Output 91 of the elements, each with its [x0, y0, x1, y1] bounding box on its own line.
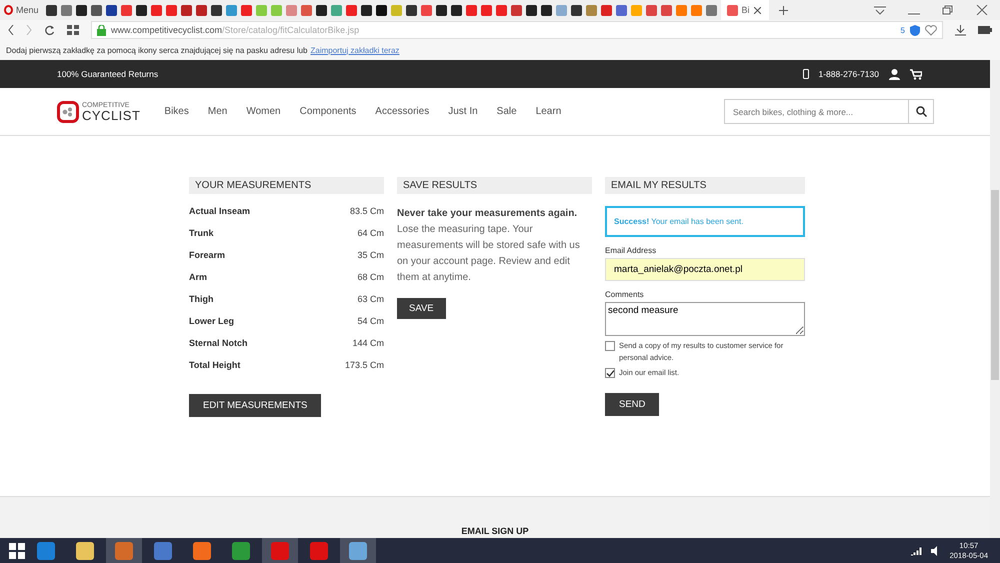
success-message: Success! Your email has been sent. — [605, 206, 805, 237]
scrollbar[interactable] — [990, 60, 1000, 538]
lock-icon — [97, 24, 106, 36]
tab-favicon-icon — [726, 4, 738, 16]
restore-icon[interactable] — [942, 5, 954, 15]
tab-favicon-icon[interactable] — [526, 4, 537, 16]
logo-text[interactable]: CYCLIST — [82, 108, 140, 122]
nav-link[interactable]: Accessories — [375, 106, 430, 117]
nav-link[interactable]: Sale — [496, 106, 517, 117]
field-label: Comments — [605, 290, 644, 299]
browser-tab[interactable]: Bi — [720, 0, 769, 20]
measurement-label: Forearm — [189, 250, 226, 262]
tab-favicon-icon[interactable] — [76, 4, 87, 16]
measurement-value: 35 Cm — [357, 250, 384, 262]
heart-icon[interactable] — [925, 24, 937, 36]
close-icon[interactable] — [754, 6, 761, 14]
tab-favicon-icon[interactable] — [406, 4, 417, 16]
phone-icon — [802, 69, 808, 79]
section-heading: YOUR MEASUREMENTS — [189, 177, 384, 194]
download-icon[interactable] — [955, 24, 966, 36]
speed-dial-icon[interactable] — [67, 25, 79, 35]
tab-favicon-icon[interactable] — [90, 4, 102, 16]
checkbox[interactable] — [605, 341, 615, 351]
nav-link[interactable]: Men — [208, 106, 228, 117]
windows-start-icon[interactable] — [9, 542, 25, 558]
email-field[interactable]: marta_anielak@poczta.onet.pl — [605, 258, 805, 281]
menu-button[interactable]: Menu — [4, 5, 39, 15]
measurement-label: Arm — [189, 272, 208, 284]
bookmark-hint: Dodaj pierwszą zakładkę za pomocą ikony serca znajdującej się na pasku adresu lub — [6, 46, 308, 54]
account-icon[interactable] — [889, 68, 900, 80]
measurement-label: Trunk — [189, 228, 214, 240]
reload-icon[interactable] — [44, 24, 55, 36]
tab-favicon-icon[interactable] — [210, 4, 222, 16]
import-bookmarks-link[interactable]: Zaimportuj zakładki teraz — [310, 46, 400, 54]
measurement-value: 144 Cm — [352, 338, 384, 350]
phone-number[interactable]: 1-888-276-7130 — [818, 69, 879, 79]
tab-favicon-icon[interactable] — [540, 4, 552, 16]
measurement-label: Thigh — [189, 294, 214, 306]
tab-title: Bi — [742, 5, 750, 15]
new-tab-icon[interactable] — [778, 6, 788, 14]
measurement-value: 63 Cm — [357, 294, 384, 306]
measurement-value: 64 Cm — [357, 228, 384, 240]
close-icon[interactable] — [976, 5, 988, 15]
scroll-thumb[interactable] — [991, 190, 999, 380]
measurement-value: 54 Cm — [357, 316, 384, 328]
section-heading: EMAIL MY RESULTS — [605, 177, 805, 194]
tab-favicon-icon[interactable] — [376, 4, 387, 16]
browser-logo-icon — [4, 5, 13, 15]
shield-icon[interactable] — [910, 24, 920, 36]
measurement-value: 173.5 Cm — [344, 360, 384, 372]
tab-favicon-icon[interactable] — [450, 4, 462, 16]
battery-icon[interactable] — [978, 26, 992, 34]
back-icon[interactable] — [8, 25, 14, 35]
field-label: Email Address — [605, 246, 656, 255]
edit-measurements-button[interactable]: EDIT MEASUREMENTS — [189, 394, 322, 417]
measurement-label: Actual Inseam — [189, 206, 250, 218]
measurement-label: Sternal Notch — [189, 338, 248, 350]
search-icon — [916, 106, 926, 117]
tab-menu-icon[interactable] — [874, 5, 886, 15]
cart-icon[interactable] — [910, 68, 922, 80]
nav-link[interactable]: Women — [246, 106, 281, 117]
nav-link[interactable]: Bikes — [164, 106, 189, 117]
nav-link[interactable]: Components — [300, 106, 356, 117]
address-field[interactable]: www.competitivecyclist.com/Store/catalog/fitCalculatorBike.jsp 5 — [91, 21, 943, 39]
checkbox[interactable] — [605, 368, 615, 378]
section-heading: SAVE RESULTS — [397, 177, 592, 194]
nav-link[interactable]: Learn — [536, 106, 562, 117]
save-button[interactable]: SAVE — [397, 298, 446, 319]
save-description: Never take your measurements again. Lose the measuring tape. Your measurements will be stored safe with us on your account page. Review and edit them at anytime. — [397, 207, 581, 285]
measurement-label: Lower Leg — [189, 316, 234, 328]
network-icon[interactable] — [910, 546, 922, 556]
url-text: www.competitivecyclist.com/Store/catalog/fitCalculatorBike.jsp — [111, 25, 360, 35]
measurement-value: 83.5 Cm — [350, 206, 384, 218]
search-field[interactable]: Search bikes, clothing & more... — [724, 99, 909, 124]
tab-favicon-icon[interactable] — [570, 4, 582, 16]
measurement-label: Total Height — [189, 360, 240, 372]
tab-favicon-icon[interactable] — [46, 4, 57, 16]
tab-favicon-icon[interactable] — [136, 4, 147, 16]
tab-favicon-icon[interactable] — [316, 4, 327, 16]
nav-link[interactable]: Just In — [448, 106, 478, 117]
promo-text: 100% Guaranteed Returns — [57, 69, 158, 79]
measurement-value: 68 Cm — [357, 272, 384, 284]
logo-icon[interactable] — [57, 100, 79, 122]
tab-favicon-icon[interactable] — [360, 4, 372, 16]
tab-favicon-icon[interactable] — [436, 4, 447, 16]
send-button[interactable]: SEND — [605, 393, 660, 416]
comments-field[interactable]: second measure — [605, 302, 805, 336]
tab-favicon-icon[interactable] — [106, 4, 117, 16]
footer-heading: EMAIL SIGN UP — [461, 526, 529, 536]
extension-count: 5 — [900, 26, 905, 34]
search-button[interactable] — [909, 99, 934, 124]
